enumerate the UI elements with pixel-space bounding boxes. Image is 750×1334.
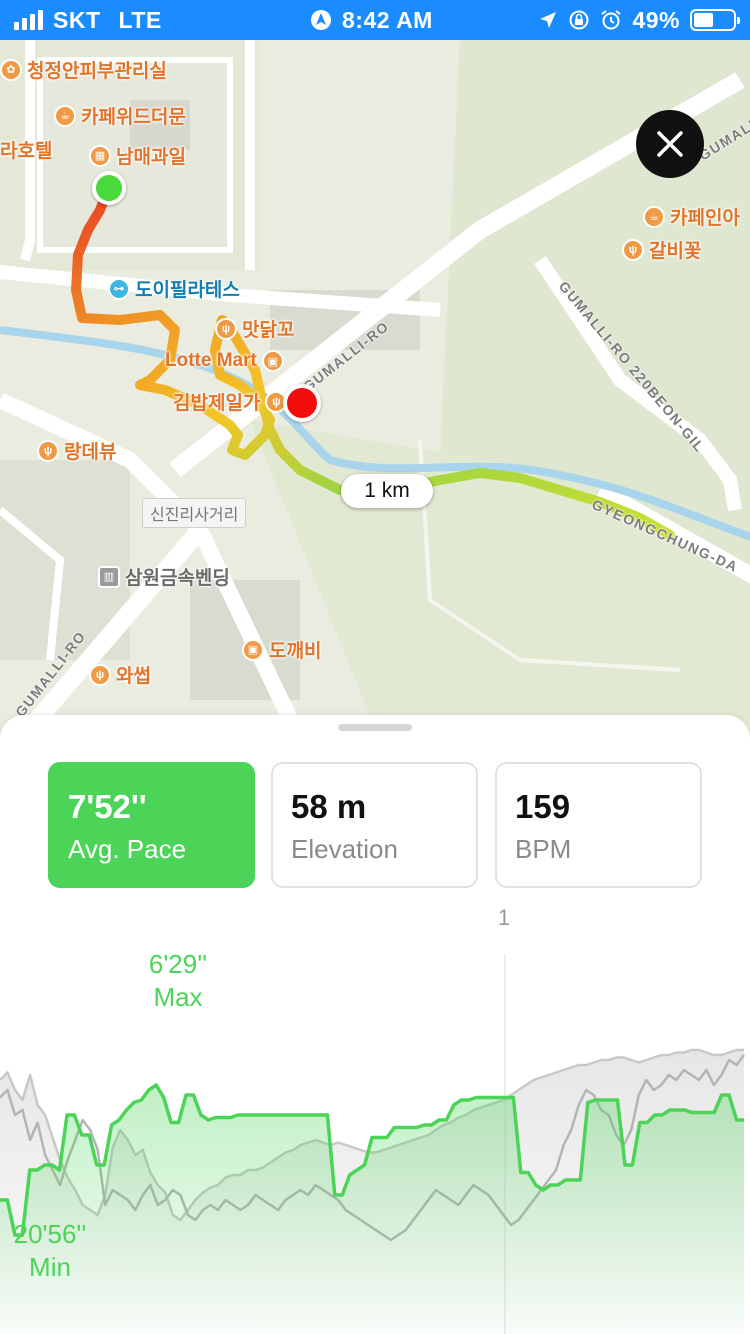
pace-label: Avg. Pace	[68, 834, 187, 864]
restaurant-icon: ψ	[622, 238, 644, 261]
elevation-label: Elevation	[291, 834, 398, 864]
junction-label: 신진리사거리	[142, 498, 247, 528]
battery-percent: 49%	[632, 6, 680, 33]
navigation-active-icon	[311, 10, 331, 30]
shopping-bag-icon: ▣	[242, 638, 264, 661]
poi-clinic[interactable]: ✿ 청정안피부관리실	[0, 56, 167, 83]
alarm-icon	[601, 10, 622, 30]
poi-dokkaebi[interactable]: ▣ 도깨비	[242, 636, 321, 663]
distance-marker: 1 km	[341, 474, 433, 508]
km-tick-label: 1	[497, 905, 511, 930]
spa-icon: ✿	[0, 58, 22, 81]
poi-label: 도깨비	[269, 641, 322, 662]
close-icon	[657, 131, 683, 157]
location-arrow-icon	[540, 12, 557, 28]
carrier-name: SKT	[53, 6, 101, 33]
building-icon: ▥	[98, 565, 120, 588]
poi-galbi[interactable]: ψ 갈비꽃	[622, 236, 701, 263]
battery-level	[694, 13, 713, 27]
poi-pilates[interactable]: ⊶ 도이필라테스	[108, 275, 240, 302]
poi-chicken-skewer[interactable]: ψ 맛닭꼬	[215, 315, 294, 342]
min-value: 20'56''	[13, 1219, 87, 1249]
poi-wassup[interactable]: ψ 와썹	[89, 661, 151, 688]
poi-hotel[interactable]: 라호텔	[0, 136, 52, 163]
pace-card[interactable]: 7'52'' Avg. Pace	[48, 762, 255, 888]
pace-value: 7'52''	[68, 788, 147, 825]
status-right: 49%	[538, 0, 740, 40]
cafe-icon: ☕	[643, 205, 665, 228]
poi-label: 와썹	[116, 666, 151, 687]
poi-label: 김밥제일가	[173, 393, 261, 414]
shopping-bag-icon: ▣	[261, 350, 284, 372]
poi-cafe-with-the-moon[interactable]: ☕ 카페위드더문	[54, 102, 186, 129]
max-annotation: 6'29'' Max	[128, 948, 228, 1014]
chart-canvas	[0, 955, 745, 1334]
poi-label: Lotte Mart	[165, 350, 257, 371]
poi-label: 남매과일	[116, 147, 186, 168]
cafe-icon: ☕	[54, 104, 76, 127]
poi-label: 삼원금속벤딩	[125, 568, 230, 589]
poi-metal-bending[interactable]: ▥ 삼원금속벤딩	[98, 563, 230, 590]
route-map[interactable]: ✿ 청정안피부관리실 ☕ 카페위드더문 ▦ 남매과일 라호텔 ⊶ 도이필라테스 ψ 맛닭꼬…	[0, 40, 750, 740]
rotation-lock-icon	[569, 10, 589, 30]
poi-label: 청정안피부관리실	[27, 61, 167, 82]
poi-label: 도이필라테스	[135, 280, 240, 301]
poi-label: 갈비꽃	[649, 241, 702, 262]
clock: 8:42 AM	[342, 6, 433, 33]
signal-icon	[14, 10, 43, 30]
status-bar: SKT LTE 8:42 AM 49%	[0, 0, 750, 40]
poi-gimbap[interactable]: 김밥제일가 ψ	[173, 388, 288, 415]
min-annotation: 20'56'' Min	[0, 1218, 100, 1284]
route-start-marker	[92, 171, 126, 205]
status-left: SKT LTE	[14, 0, 162, 40]
route-end-marker	[283, 384, 321, 422]
battery-icon	[690, 9, 740, 31]
poi-label: 카페위드더문	[81, 107, 186, 128]
min-label: Min	[29, 1252, 71, 1282]
elevation-card[interactable]: 58 m Elevation	[271, 762, 478, 888]
close-button[interactable]	[636, 110, 704, 178]
sheet-grabber[interactable]	[338, 724, 412, 731]
status-center: 8:42 AM	[310, 0, 433, 40]
network-type: LTE	[118, 6, 162, 33]
stats-sheet: 7'52'' Avg. Pace 58 m Elevation 159 BPM …	[0, 715, 750, 1334]
max-value: 6'29''	[148, 949, 208, 979]
basket-icon: ▦	[89, 144, 111, 167]
dumbbell-icon: ⊶	[108, 277, 130, 300]
poi-fruit-shop[interactable]: ▦ 남매과일	[89, 142, 186, 169]
heart-rate-value: 159	[515, 788, 571, 825]
poi-label: 카페인아	[670, 208, 740, 229]
heart-rate-label: BPM	[515, 834, 572, 864]
max-label: Max	[153, 982, 203, 1012]
poi-label: 맛닭꼬	[242, 320, 295, 341]
poi-cafe-ina[interactable]: ☕ 카페인아	[643, 203, 740, 230]
heart-rate-card[interactable]: 159 BPM	[495, 762, 702, 888]
poi-label: 랑데뷰	[64, 442, 117, 463]
restaurant-icon: ψ	[37, 439, 59, 462]
elevation-value: 58 m	[291, 788, 367, 825]
restaurant-icon: ψ	[215, 317, 237, 340]
restaurant-icon: ψ	[89, 663, 111, 686]
poi-label: 라호텔	[0, 141, 53, 162]
poi-rendezvous[interactable]: ψ 랑데뷰	[37, 437, 116, 464]
poi-lotte-mart[interactable]: Lotte Mart ▣	[165, 350, 284, 372]
pace-chart[interactable]: 6'29'' Max 20'56'' Min	[0, 948, 750, 1334]
